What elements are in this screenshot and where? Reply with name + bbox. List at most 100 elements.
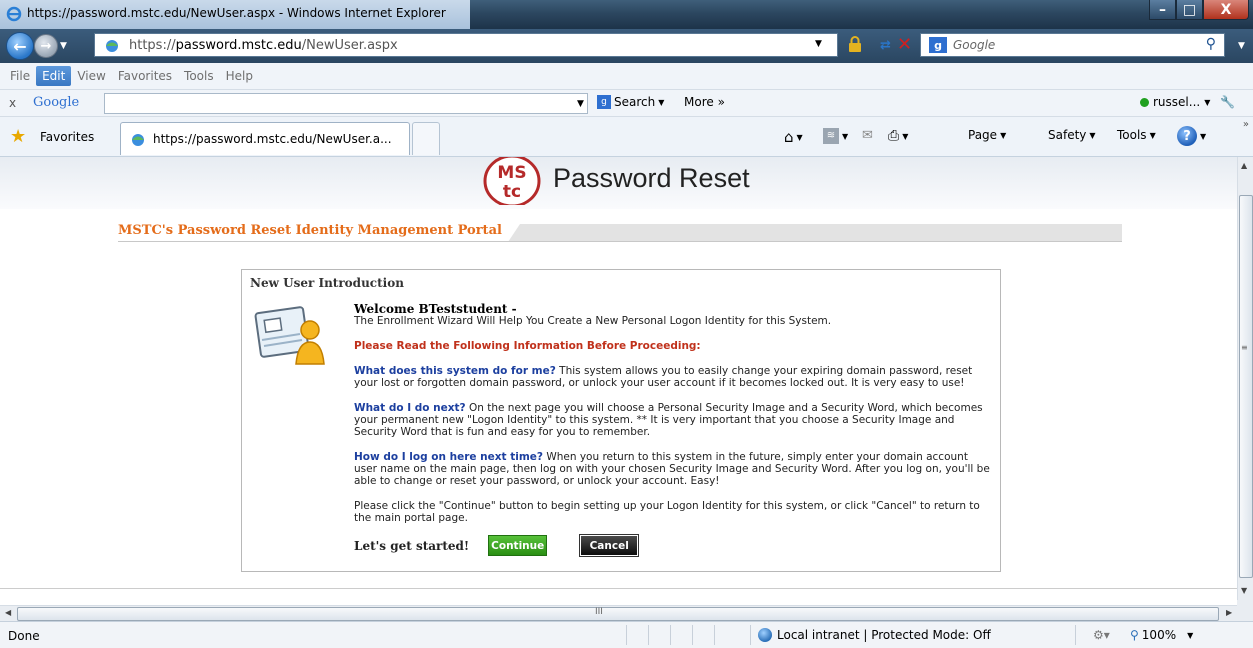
scroll-left-icon[interactable]: ◀ [5, 608, 11, 617]
panel-body: Welcome BTeststudent - The Enrollment Wi… [354, 302, 994, 557]
google-search-icon: g [597, 95, 611, 109]
close-button[interactable]: X [1203, 0, 1249, 20]
menu-bar: File Edit View Favorites Tools Help [0, 63, 1253, 90]
wrench-icon[interactable]: 🔧 [1220, 95, 1235, 109]
divider [648, 625, 649, 645]
divider [670, 625, 671, 645]
cancel-button[interactable]: Cancel [579, 534, 640, 557]
tab-title: https://password.mstc.edu/NewUser.a... [153, 132, 392, 146]
faq-how-log-on: How do I log on here next time? When you… [354, 451, 994, 487]
scroll-grip-icon: ≡ [1241, 343, 1248, 352]
more-button[interactable]: More » [684, 95, 725, 109]
addons-icon[interactable]: ⚙▾ [1093, 628, 1110, 642]
search-field[interactable]: g Google ⚲ [920, 33, 1225, 57]
page-menu-label: Page [968, 128, 998, 142]
new-tab-button[interactable] [412, 122, 440, 155]
search-icon[interactable]: ⚲ [1206, 36, 1216, 52]
google-logo[interactable]: Google [33, 95, 79, 110]
chevron-down-icon: ▼ [1149, 130, 1156, 140]
site-favicon-icon [106, 40, 118, 52]
help-button[interactable]: ? ▼ [1177, 126, 1206, 146]
minimize-button[interactable]: – [1149, 0, 1176, 20]
google-user-menu[interactable]: russel... ▼ 🔧 [1140, 95, 1235, 109]
scroll-right-icon[interactable]: ▶ [1226, 608, 1232, 617]
instructions-text: Please click the "Continue" button to be… [354, 500, 980, 524]
horizontal-scrollbar[interactable]: ◀ III ▶ [0, 605, 1237, 621]
action-row: Let's get started! Continue Cancel [354, 534, 994, 557]
divider [1075, 625, 1076, 645]
back-button[interactable]: ← [6, 32, 34, 60]
vertical-scroll-thumb[interactable] [1239, 195, 1253, 578]
google-search-label: Search [614, 95, 656, 109]
recent-pages-dropdown[interactable]: ▼ [60, 41, 67, 51]
toolbar-overflow-icon[interactable]: » [1243, 119, 1249, 130]
google-toolbar: x Google ▼ g Search ▼ More » russel... ▼… [0, 90, 1253, 117]
chevron-down-icon: ▼ [1000, 130, 1007, 140]
favorites-button[interactable]: Favorites [40, 130, 94, 144]
stop-icon[interactable]: ✕ [897, 34, 912, 55]
new-user-intro-panel: New User Introduction Welcome BTeststude… [241, 269, 1001, 572]
chevron-down-icon: ▼ [658, 97, 665, 107]
search-placeholder: Google [953, 38, 996, 52]
divider [714, 625, 715, 645]
panel-title: New User Introduction [250, 276, 404, 290]
vertical-scrollbar[interactable]: ▲ ≡ ▼ [1237, 157, 1253, 600]
page-content: MS tc Password Reset MSTC's Password Res… [0, 157, 1237, 589]
home-icon: ⌂ [784, 128, 794, 146]
horizontal-scroll-thumb[interactable] [17, 607, 1219, 621]
welcome-heading: Welcome BTeststudent - [354, 302, 517, 316]
tools-menu-label: Tools [1117, 128, 1147, 142]
scroll-down-icon[interactable]: ▼ [1241, 586, 1247, 595]
menu-item-favorites[interactable]: Favorites [112, 66, 178, 86]
mstc-logo: MS tc [483, 157, 541, 205]
search-options-dropdown[interactable]: ▼ [1238, 41, 1245, 51]
divider [626, 625, 627, 645]
online-status-icon [1140, 97, 1149, 107]
google-search-dropdown[interactable]: ▼ [577, 99, 584, 109]
address-field[interactable]: https://password.mstc.edu/NewUser.aspx ▼ [94, 33, 838, 57]
toolbar-close-button[interactable]: x [9, 96, 16, 110]
navigation-bar: ← → ▼ https://password.mstc.edu/NewUser.… [0, 29, 1253, 63]
tools-menu[interactable]: Tools ▼ [1117, 128, 1156, 142]
faq-question: What do I do next? [354, 402, 466, 414]
lets-get-started-label: Let's get started! [354, 538, 470, 553]
lock-icon[interactable] [848, 36, 862, 52]
feeds-button[interactable]: ≋ ▼ [823, 128, 848, 144]
menu-item-view[interactable]: View [71, 66, 111, 86]
menu-item-tools[interactable]: Tools [178, 66, 220, 86]
security-zone-text: Local intranet | Protected Mode: Off [777, 628, 991, 642]
address-dropdown-icon[interactable]: ▼ [815, 39, 822, 49]
read-before-warning: Please Read the Following Information Be… [354, 340, 701, 352]
zoom-control[interactable]: ⚲ 100% ▼ [1130, 628, 1193, 642]
favorites-star-icon[interactable]: ★ [10, 126, 26, 147]
safety-menu[interactable]: Safety ▼ [1048, 128, 1096, 142]
browser-tab[interactable]: https://password.mstc.edu/NewUser.a... [120, 122, 410, 155]
chevron-down-icon: ▼ [1089, 130, 1096, 140]
print-button[interactable]: ⎙ ▼ [888, 128, 908, 144]
window-title-bar[interactable]: https://password.mstc.edu/NewUser.aspx -… [0, 0, 1253, 29]
forward-button[interactable]: → [34, 34, 58, 58]
safety-menu-label: Safety [1048, 128, 1087, 142]
zoom-icon: ⚲ [1130, 628, 1139, 642]
menu-item-file[interactable]: File [4, 66, 36, 86]
intranet-globe-icon [758, 628, 772, 642]
faq-what-next: What do I do next? On the next page you … [354, 402, 994, 438]
printer-icon: ⎙ [888, 128, 900, 144]
mail-icon: ✉ [862, 128, 873, 143]
status-bar: Done Local intranet | Protected Mode: Of… [0, 621, 1253, 648]
google-search-button[interactable]: g Search ▼ [597, 95, 664, 109]
chevron-down-icon: ▼ [796, 132, 803, 142]
scroll-up-icon[interactable]: ▲ [1241, 161, 1247, 170]
security-zone[interactable]: Local intranet | Protected Mode: Off [758, 628, 991, 642]
maximize-button[interactable]: □ [1176, 0, 1203, 20]
refresh-icon[interactable]: ⇄ [880, 38, 891, 53]
google-search-input[interactable] [104, 93, 588, 114]
continue-button[interactable]: Continue [488, 535, 548, 556]
zoom-level: 100% [1141, 628, 1177, 642]
page-menu[interactable]: Page ▼ [968, 128, 1006, 142]
menu-item-edit[interactable]: Edit [36, 66, 72, 86]
chevron-down-icon: ▼ [1204, 97, 1211, 107]
read-mail-button[interactable]: ✉ [862, 128, 873, 143]
home-button[interactable]: ⌂ ▼ [784, 128, 803, 146]
menu-item-help[interactable]: Help [220, 66, 259, 86]
